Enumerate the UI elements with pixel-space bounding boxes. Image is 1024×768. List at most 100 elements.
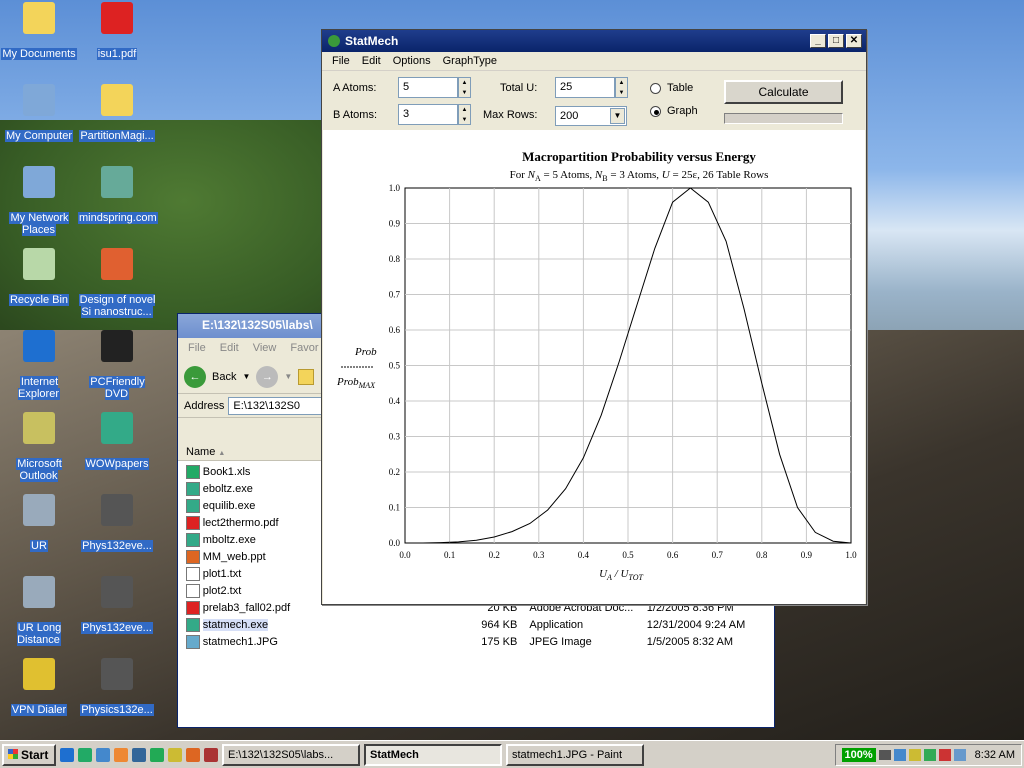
file-icon xyxy=(186,464,200,479)
file-icon xyxy=(186,481,200,496)
task-explorer[interactable]: E:\132\132S05\labs... xyxy=(222,743,360,766)
desktop-icon[interactable]: Microsoft Outlook xyxy=(0,412,78,482)
file-row[interactable]: statmech.exe 964 KB Application 12/31/2004 … xyxy=(186,616,774,633)
task-paint[interactable]: statmech1.JPG - Paint xyxy=(506,743,644,766)
tray-icon[interactable] xyxy=(893,748,906,761)
x-tick-label: 0.6 xyxy=(667,550,679,560)
tray-icon[interactable] xyxy=(938,748,951,761)
media-quicklaunch-icon[interactable] xyxy=(114,747,128,762)
ie-quicklaunch-icon[interactable] xyxy=(60,747,74,762)
windows-logo-icon xyxy=(8,748,18,759)
menu-graphtype[interactable]: GraphType xyxy=(443,55,497,67)
desktop-icon[interactable]: isu1.pdf xyxy=(78,2,156,60)
desktop-icon-label: PartitionMagi... xyxy=(79,130,155,142)
tray-icon[interactable] xyxy=(908,748,921,761)
menu-options[interactable]: Options xyxy=(393,55,431,67)
back-arrow-icon[interactable]: ← xyxy=(184,365,206,388)
b-atoms-stepper[interactable]: ▲ ▼ xyxy=(458,104,471,125)
desktop-icon[interactable]: Physics132e... xyxy=(78,658,156,716)
excel-quicklaunch-icon[interactable] xyxy=(150,747,164,762)
a-atoms-input[interactable]: 5 xyxy=(398,77,458,98)
desktop-icon[interactable]: My Network Places xyxy=(0,166,78,236)
desktop-icon[interactable]: Phys132eve... xyxy=(78,494,156,552)
a-atoms-label: A Atoms: xyxy=(333,82,377,94)
network-shortcut-icon xyxy=(101,166,133,198)
close-button[interactable]: ✕ xyxy=(846,34,862,48)
window-title: StatMech xyxy=(345,34,399,48)
progress-bar xyxy=(724,113,843,124)
file-size: 175 KB xyxy=(481,635,518,648)
ie-icon xyxy=(23,330,55,362)
desktop-icon[interactable]: mindspring.com xyxy=(78,166,158,224)
task-statmech[interactable]: StatMech xyxy=(364,743,502,766)
maximize-button[interactable]: □ xyxy=(828,34,844,48)
zoom-indicator[interactable]: 100% xyxy=(841,747,876,762)
outlook-quicklaunch-icon[interactable] xyxy=(168,747,182,762)
calculate-button[interactable]: Calculate xyxy=(724,80,843,104)
clock[interactable]: 8:32 AM xyxy=(975,749,1015,761)
explorer-menu-edit[interactable]: Edit xyxy=(220,342,239,356)
y-tick-label: 0.6 xyxy=(389,325,401,335)
y-tick-label: 0.2 xyxy=(389,467,400,477)
minimize-button[interactable]: _ xyxy=(810,34,826,48)
desktop-icon-label: Physics132e... xyxy=(80,704,154,716)
outlook-icon xyxy=(23,412,55,444)
tray-icon[interactable] xyxy=(953,748,966,761)
b-atoms-input[interactable]: 3 xyxy=(398,104,458,125)
menu-file[interactable]: File xyxy=(332,55,350,67)
netscape-quicklaunch-icon[interactable] xyxy=(78,747,92,762)
explorer-menu-favorites[interactable]: Favor xyxy=(290,342,318,356)
chart-layer: 0.0 0.1 0.2 0.3 0.4 0.5 0.6 0.7 0.8 0.9 1.0 0.0 0.1 0… xyxy=(389,183,857,560)
chevron-down-icon[interactable]: ▼ xyxy=(610,108,625,124)
computer-icon xyxy=(23,84,55,116)
tool-quicklaunch-icon[interactable] xyxy=(204,747,218,762)
statmech-titlebar[interactable]: StatMech _ □ ✕ xyxy=(322,30,866,52)
back-button-label[interactable]: Back xyxy=(212,371,236,383)
menu-edit[interactable]: Edit xyxy=(362,55,381,67)
graph-radio-label[interactable]: Graph xyxy=(667,105,698,117)
a-atoms-stepper[interactable]: ▲ ▼ xyxy=(458,77,471,98)
desktop-icon-label: Internet Explorer xyxy=(18,376,60,400)
desktop-icon-label: UR xyxy=(30,540,48,552)
forward-arrow-icon[interactable]: → xyxy=(256,365,279,388)
outlook-express-quicklaunch-icon[interactable] xyxy=(96,747,110,762)
x-tick-label: 0.7 xyxy=(712,550,724,560)
pdf-icon xyxy=(101,2,133,34)
file-row[interactable]: statmech1.JPG 175 KB JPEG Image 1/5/2005 8:… xyxy=(186,633,774,650)
folder-up-icon[interactable] xyxy=(298,368,315,385)
desktop-icon[interactable]: WOWpapers xyxy=(78,412,156,470)
desktop-icon[interactable]: VPN Dialer xyxy=(0,658,78,716)
column-name-label: Name xyxy=(186,446,216,458)
chevron-down-icon[interactable]: ▼ xyxy=(242,372,250,381)
total-u-input[interactable]: 25 xyxy=(555,77,615,98)
desktop-icon[interactable]: Phys132eve... xyxy=(78,576,156,634)
explorer-menu-view[interactable]: View xyxy=(253,342,277,356)
desktop-icon[interactable]: PCFriendly DVD xyxy=(78,330,156,400)
network-drive-icon xyxy=(23,576,55,608)
y-tick-label: 0.9 xyxy=(389,219,401,229)
desktop-icon[interactable]: UR xyxy=(0,494,78,552)
power-icon[interactable] xyxy=(878,749,891,760)
table-radio[interactable] xyxy=(650,83,661,94)
desktop-icon[interactable]: UR Long Distance xyxy=(0,576,78,646)
desktop-icon[interactable]: Recycle Bin xyxy=(0,248,78,306)
start-button[interactable]: Start xyxy=(2,743,56,766)
total-u-stepper[interactable]: ▲ ▼ xyxy=(615,77,628,98)
powerpoint-quicklaunch-icon[interactable] xyxy=(186,747,200,762)
word-quicklaunch-icon[interactable] xyxy=(132,747,146,762)
desktop-icon[interactable]: My Documents xyxy=(0,2,78,60)
statmech-window[interactable]: StatMech _ □ ✕ File Edit Options GraphTy… xyxy=(321,29,867,605)
table-radio-label[interactable]: Table xyxy=(667,82,693,94)
desktop-icon[interactable]: Design of novel Si nanostruc... xyxy=(78,248,156,318)
x-tick-label: 0.1 xyxy=(444,550,455,560)
y-tick-label: 0.1 xyxy=(389,503,400,513)
desktop-icon[interactable]: Internet Explorer xyxy=(0,330,78,400)
desktop-icon[interactable]: PartitionMagi... xyxy=(78,84,156,142)
file-size: 964 KB xyxy=(481,618,518,631)
chevron-down-icon[interactable]: ▼ xyxy=(284,372,292,381)
explorer-menu-file[interactable]: File xyxy=(188,342,206,356)
tray-icon[interactable] xyxy=(923,748,936,761)
file-icon xyxy=(186,634,200,649)
desktop-icon[interactable]: My Computer xyxy=(0,84,78,142)
graph-radio[interactable] xyxy=(650,106,661,117)
